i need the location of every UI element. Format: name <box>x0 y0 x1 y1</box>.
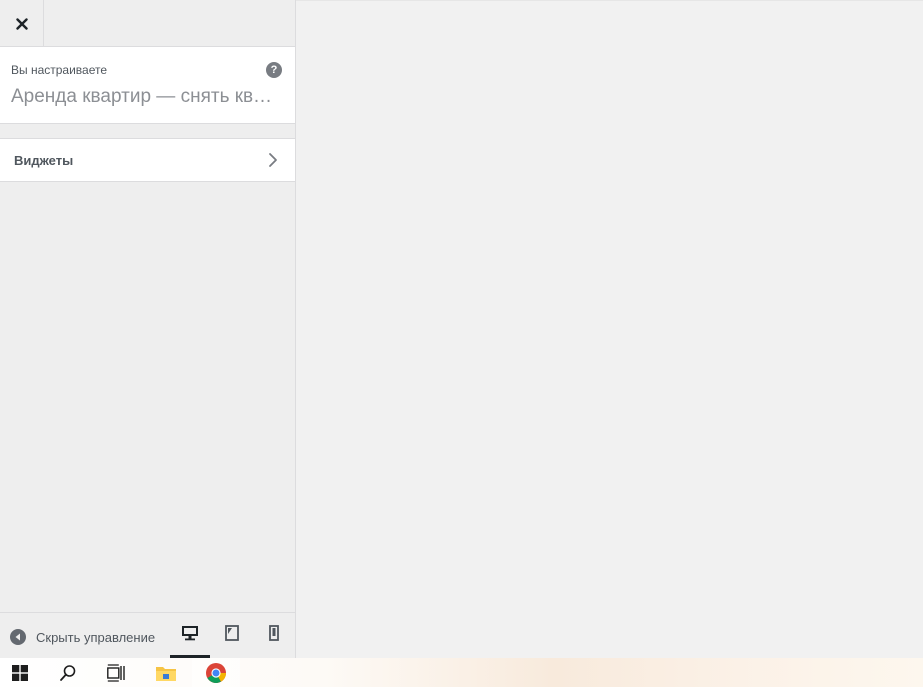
section-widgets[interactable]: Виджеты <box>0 138 295 182</box>
search-button[interactable] <box>44 658 92 687</box>
search-icon <box>60 664 76 681</box>
chrome-button[interactable] <box>192 658 240 687</box>
help-button[interactable]: ? <box>266 62 282 78</box>
collapse-arrow-icon <box>10 629 26 645</box>
chrome-icon <box>206 662 226 683</box>
tablet-icon <box>225 625 239 641</box>
close-button[interactable] <box>0 0 44 47</box>
help-icon: ? <box>270 63 278 76</box>
windows-taskbar <box>0 658 923 687</box>
customizer-header <box>0 0 295 47</box>
customizer-info: Вы настраиваете ? Аренда квартир — снять… <box>0 47 295 124</box>
mobile-icon <box>269 625 279 641</box>
customizer-footer: Скрыть управление <box>0 612 295 659</box>
folder-icon <box>156 666 176 681</box>
close-icon <box>15 17 28 30</box>
start-button[interactable] <box>0 658 44 687</box>
info-label: Вы настраиваете <box>11 63 108 77</box>
customizer-sidebar: Вы настраиваете ? Аренда квартир — снять… <box>0 0 296 659</box>
file-explorer-button[interactable] <box>142 658 190 687</box>
windows-icon <box>12 664 28 681</box>
site-title: Аренда квартир — снять квартиру <box>11 86 279 107</box>
device-mobile-button[interactable] <box>254 625 294 659</box>
chevron-right-icon <box>269 153 277 167</box>
desktop-icon <box>182 626 198 641</box>
collapse-sidebar-button[interactable]: Скрыть управление <box>10 629 155 645</box>
task-view-button[interactable] <box>92 658 140 687</box>
device-tablet-button[interactable] <box>212 625 252 659</box>
task-view-icon <box>107 663 125 682</box>
preview-frame <box>296 0 923 658</box>
collapse-label: Скрыть управление <box>36 629 156 645</box>
section-label: Виджеты <box>14 153 74 168</box>
device-desktop-button[interactable] <box>170 625 210 659</box>
